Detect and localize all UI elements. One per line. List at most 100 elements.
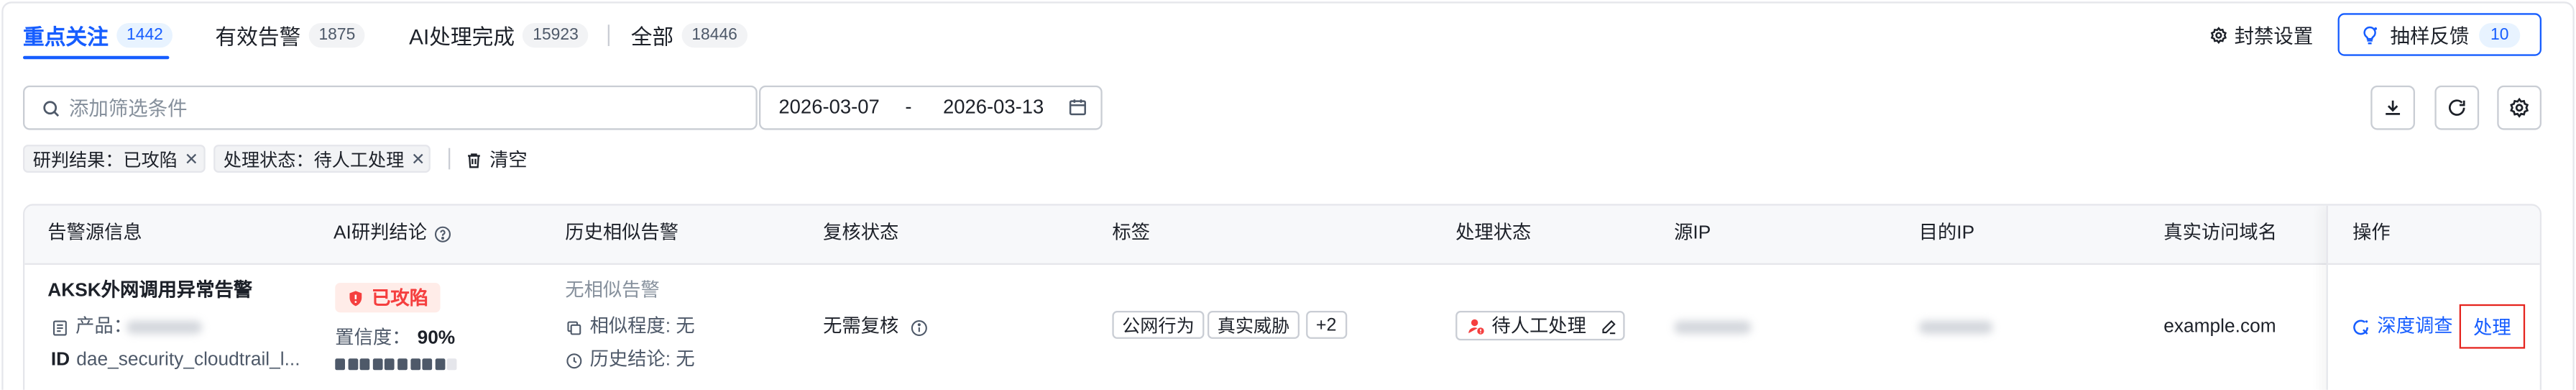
table-header: 告警源信息 AI研判结论 历史相似告警 复核状态 标签 处理状态 源IP 目的I…: [24, 205, 2540, 265]
sample-feedback-button[interactable]: 抽样反馈 10: [2337, 13, 2542, 56]
history-text: 历史结论: 无: [589, 350, 695, 371]
info-icon[interactable]: [910, 318, 928, 336]
gear-icon: [2209, 25, 2227, 44]
filter-search-box[interactable]: [22, 85, 758, 130]
alerts-table: 告警源信息 AI研判结论 历史相似告警 复核状态 标签 处理状态 源IP 目的I…: [22, 204, 2542, 390]
column-header-review: 复核状态: [823, 223, 899, 244]
confidence-bar: [335, 358, 458, 371]
confidence-segment: [385, 358, 395, 371]
confidence-segment: [372, 358, 383, 371]
review-status: 无需复核: [823, 314, 928, 341]
product-line: 产品：: [51, 314, 132, 341]
handle-label: 处理: [2473, 318, 2511, 338]
copy-icon: [565, 318, 583, 336]
tab-key-focus[interactable]: 重点关注 1442: [23, 19, 173, 49]
confidence-segment: [359, 358, 370, 371]
download-button[interactable]: [2370, 85, 2415, 130]
column-header-actions: 操作: [2352, 223, 2391, 244]
calendar-icon[interactable]: [1068, 97, 1087, 117]
id-label: ID: [50, 350, 70, 371]
review-status-label: 无需复核: [823, 317, 899, 337]
date-range-picker[interactable]: 2026-03-07 - 2026-03-13: [758, 85, 1103, 130]
ban-settings-button[interactable]: 封禁设置: [2209, 22, 2313, 48]
tab-divider: [607, 24, 610, 46]
confidence-value: 90%: [417, 329, 456, 349]
confidence-line: 置信度： 90%: [335, 326, 455, 353]
confidence-segment: [410, 358, 420, 371]
tab-label: 有效告警: [215, 24, 301, 49]
column-header-tags: 标签: [1112, 223, 1150, 244]
ban-settings-label: 封禁设置: [2234, 24, 2314, 47]
confidence-segment: [397, 358, 408, 371]
filter-chip-label: 研判结果：已攻陷: [32, 150, 178, 171]
alert-name[interactable]: AKSK外网调用异常告警: [47, 278, 252, 304]
settings-icon: [2508, 97, 2530, 119]
filter-chip-verdict[interactable]: 研判结果：已攻陷: [22, 145, 206, 173]
close-icon[interactable]: [410, 151, 426, 166]
sample-feedback-count: 10: [2478, 22, 2521, 47]
tab-count-badge: 1442: [116, 22, 173, 47]
confidence-segment: [422, 358, 433, 371]
active-tab-indicator: [22, 55, 170, 60]
date-end[interactable]: 2026-03-13: [943, 96, 1044, 119]
user-alert-icon: [1467, 317, 1485, 335]
tab-label: 重点关注: [22, 24, 109, 49]
column-header-handling: 处理状态: [1455, 223, 1532, 244]
trash-icon: [465, 150, 483, 168]
column-header-source-ip: 源IP: [1674, 223, 1711, 244]
tab-all[interactable]: 全部 18446: [631, 19, 748, 49]
download-icon: [2382, 97, 2404, 119]
tab-label: 全部: [630, 24, 674, 49]
pencil-icon[interactable]: [1599, 317, 1617, 335]
history-line: 历史结论: 无: [565, 347, 695, 373]
tag-real-threat: 真实威胁: [1207, 310, 1300, 339]
shield-alert-icon: [347, 289, 365, 307]
confidence-segment: [435, 358, 445, 371]
column-header-label: AI研判结论: [333, 223, 427, 244]
table-settings-button[interactable]: [2497, 85, 2542, 130]
verdict-label: 已攻陷: [372, 289, 428, 309]
deep-investigate-button[interactable]: 深度调查: [2351, 314, 2453, 341]
column-header-history: 历史相似告警: [565, 223, 678, 244]
refresh-icon: [2446, 97, 2467, 119]
alert-list-page: 重点关注 1442 有效告警 1875 AI处理完成 15923 全部 1844…: [0, 0, 2576, 390]
column-header-ai-verdict: AI研判结论: [334, 206, 451, 263]
refresh-button[interactable]: [2434, 85, 2480, 130]
clear-filters-button[interactable]: 清空: [465, 146, 528, 173]
question-circle-icon[interactable]: [433, 225, 451, 243]
column-header-domain: 真实访问域名: [2163, 223, 2277, 244]
sample-feedback-label: 抽样反馈: [2390, 24, 2470, 47]
similar-summary: 无相似告警: [565, 281, 660, 301]
tag-more-count[interactable]: +2: [1306, 310, 1347, 339]
deep-investigate-label: 深度调查: [2377, 317, 2453, 337]
search-icon: [41, 98, 60, 117]
confidence-segment: [347, 358, 358, 371]
search-input[interactable]: [68, 96, 727, 119]
confidence-segment: [335, 358, 345, 371]
column-header-dest-ip: 目的IP: [1918, 223, 1975, 244]
similarity-line: 相似程度: 无: [565, 314, 695, 341]
filter-chip-status[interactable]: 处理状态：待人工处理: [213, 145, 431, 173]
dest-ip-redacted: [1918, 320, 1993, 334]
date-start[interactable]: 2026-03-07: [778, 96, 879, 119]
product-icon: [51, 318, 69, 336]
tab-ai-processed[interactable]: AI处理完成 15923: [409, 19, 589, 49]
actions-column: 操作: [2326, 205, 2540, 390]
confidence-label: 置信度：: [335, 329, 411, 349]
date-separator: -: [905, 95, 912, 119]
tab-count-badge: 1875: [308, 22, 366, 47]
close-icon[interactable]: [184, 151, 199, 166]
lightbulb-icon: [2359, 24, 2380, 45]
clear-filters-label: 清空: [489, 151, 528, 171]
handling-status-tag[interactable]: 待人工处理: [1455, 310, 1625, 341]
handling-status-label: 待人工处理: [1491, 317, 1586, 337]
handle-button[interactable]: 处理: [2459, 304, 2526, 349]
investigate-icon: [2351, 317, 2370, 337]
verdict-badge: 已攻陷: [335, 283, 441, 313]
tab-valid-alerts[interactable]: 有效告警 1875: [215, 19, 366, 49]
tab-label: AI处理完成: [409, 24, 515, 49]
tab-count-badge: 18446: [681, 22, 748, 47]
product-label: 产品：: [75, 317, 132, 337]
real-domain: example.com: [2163, 317, 2276, 337]
column-header-source: 告警源信息: [47, 223, 142, 244]
